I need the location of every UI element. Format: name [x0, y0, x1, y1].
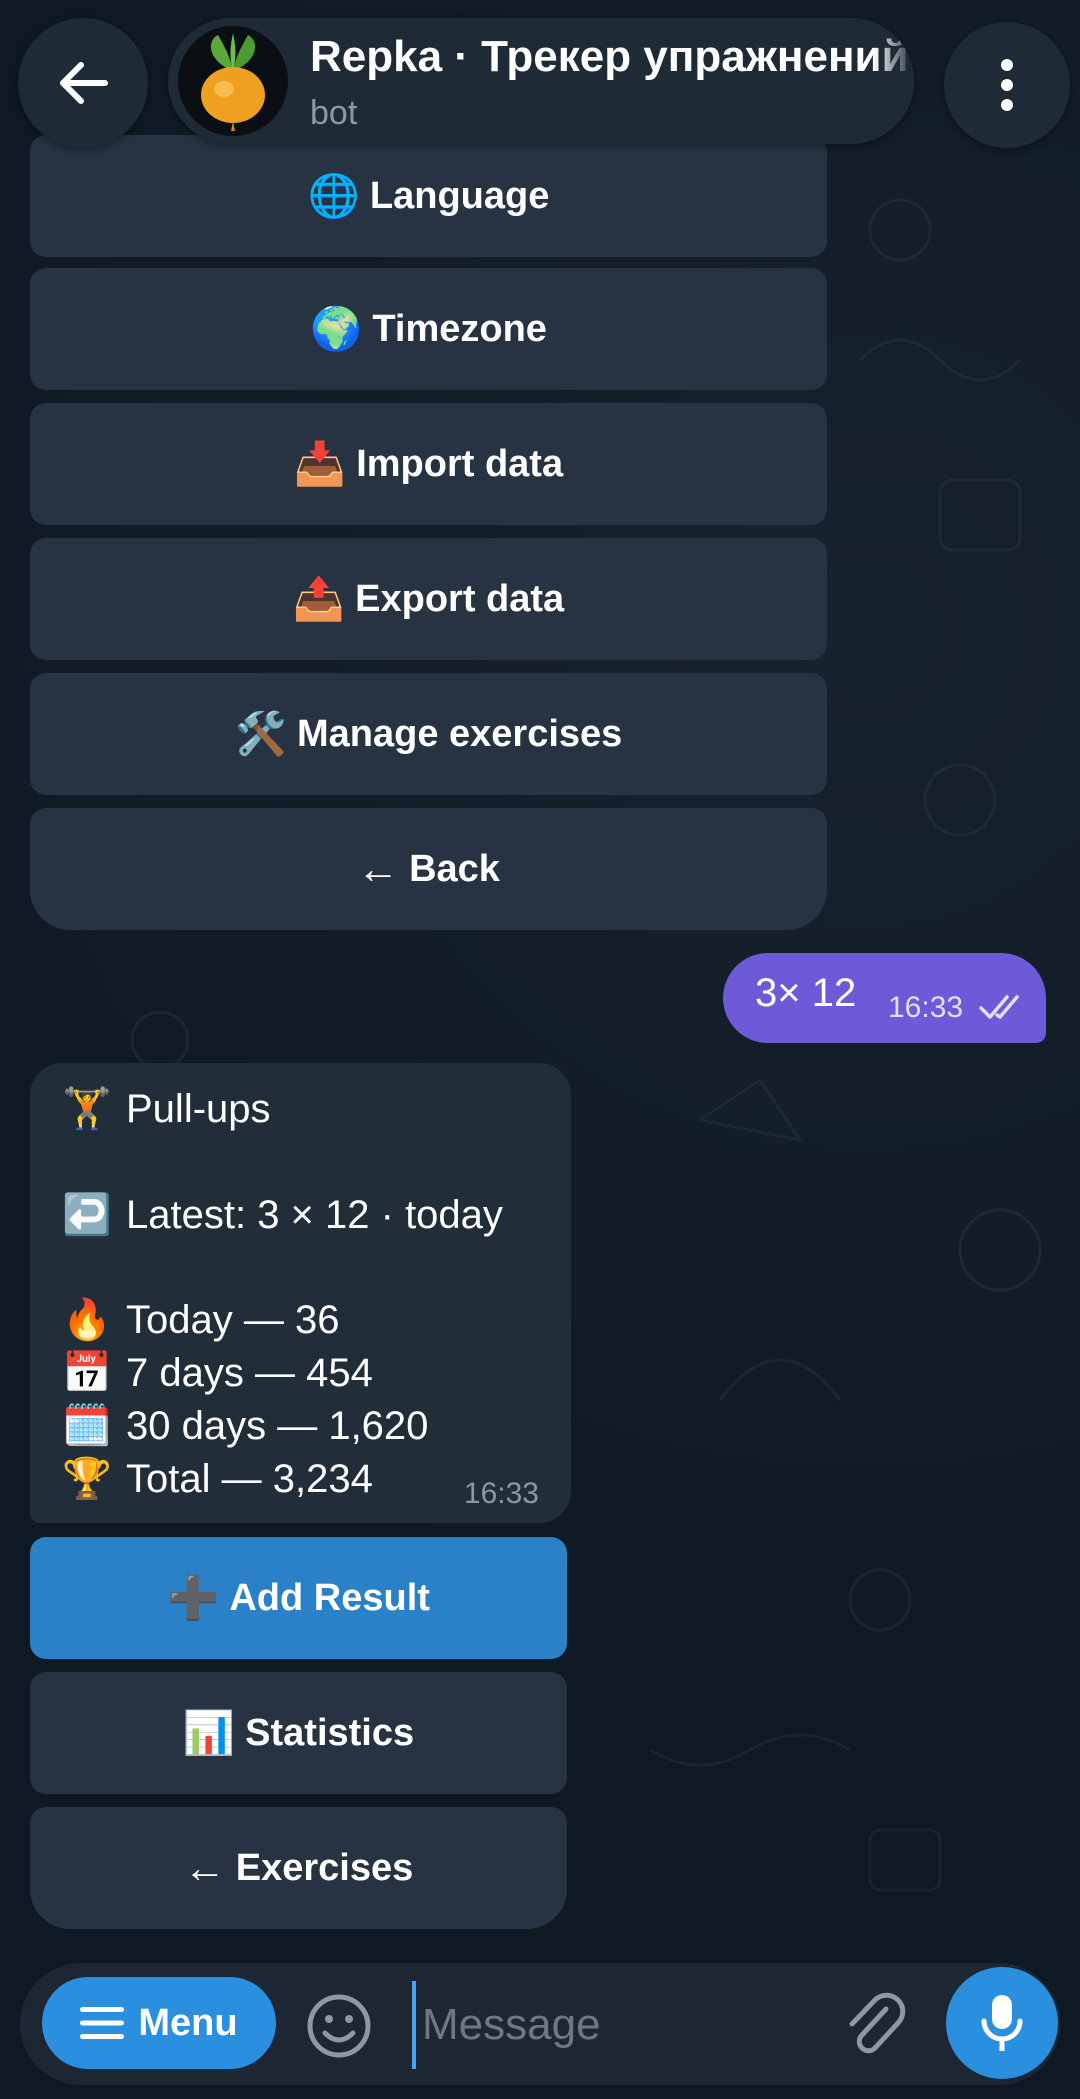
- latest-text: Latest: 3 × 12 · today: [126, 1193, 503, 1237]
- message-text: 3× 12: [755, 971, 857, 1015]
- exercise-title: 🏋️ Pull-ups: [62, 1085, 271, 1132]
- button-label: Add Result: [229, 1576, 430, 1619]
- spiral-calendar-icon: 🗓️: [62, 1404, 112, 1448]
- title-fade: [874, 18, 914, 144]
- microphone-button[interactable]: [946, 1967, 1058, 2079]
- message-time: 16:33: [888, 991, 964, 1024]
- three-dots-vertical-icon: [1001, 59, 1013, 111]
- export-data-button[interactable]: 📤 Export data: [30, 538, 827, 660]
- inbox-tray-icon: 📥: [293, 439, 347, 487]
- hamburger-icon: [80, 2007, 125, 2039]
- stat-text: 7 days — 454: [126, 1351, 373, 1395]
- tools-icon: 🛠️: [234, 709, 287, 757]
- weightlifter-icon: 🏋️: [62, 1087, 112, 1131]
- left-arrow-icon: ←: [183, 1844, 226, 1891]
- chat-header[interactable]: Repka · Трекер упражнений bot: [168, 18, 914, 144]
- stat-today: 🔥 Today — 36: [62, 1296, 339, 1343]
- microphone-icon: [981, 1995, 1023, 2051]
- button-label: Export data: [355, 577, 565, 620]
- stat-text: 30 days — 1,620: [126, 1404, 429, 1448]
- fire-icon: 🔥: [62, 1298, 112, 1342]
- back-nav-button[interactable]: [18, 18, 148, 148]
- button-label: Manage exercises: [296, 712, 623, 755]
- read-checkmarks-icon: [979, 995, 1019, 1019]
- stat-30-days: 🗓️ 30 days — 1,620: [62, 1402, 428, 1449]
- earth-icon: 🌍: [310, 304, 363, 352]
- back-button[interactable]: ← Back: [30, 808, 827, 930]
- return-arrow-icon: ↩️: [62, 1193, 112, 1237]
- stat-text: Today — 36: [126, 1298, 340, 1342]
- bar-chart-icon: 📊: [182, 1708, 236, 1756]
- button-label: Statistics: [245, 1711, 415, 1754]
- more-options-button[interactable]: [944, 22, 1070, 148]
- latest-line: ↩️ Latest: 3 × 12 · today: [62, 1191, 503, 1238]
- outbox-tray-icon: 📤: [292, 574, 346, 622]
- exercise-name: Pull-ups: [126, 1087, 271, 1131]
- button-label: Import data: [356, 442, 564, 485]
- exercises-button[interactable]: ← Exercises: [30, 1807, 567, 1929]
- language-button[interactable]: 🌐 Language: [30, 135, 827, 257]
- stat-7-days: 📅 7 days — 454: [62, 1349, 373, 1396]
- menu-button[interactable]: Menu: [42, 1977, 276, 2069]
- paperclip-icon[interactable]: [840, 1989, 910, 2059]
- trophy-icon: 🏆: [62, 1457, 112, 1501]
- button-label: Back: [409, 847, 500, 890]
- plus-icon: ➕: [167, 1573, 220, 1621]
- arrow-left-icon: [60, 62, 108, 104]
- manage-exercises-button[interactable]: 🛠️ Manage exercises: [30, 673, 827, 795]
- bot-avatar[interactable]: [178, 26, 288, 136]
- menu-label: Menu: [138, 2001, 238, 2044]
- button-label: Exercises: [235, 1846, 414, 1889]
- timezone-button[interactable]: 🌍 Timezone: [30, 268, 827, 390]
- button-label: Language: [369, 174, 550, 217]
- chat-subtitle: bot: [310, 94, 358, 132]
- chat-title: Repka · Трекер упражнений: [310, 32, 909, 81]
- add-result-button[interactable]: ➕ Add Result: [30, 1537, 567, 1659]
- globe-icon: 🌐: [307, 171, 360, 219]
- message-input-bar: Menu: [20, 1963, 1060, 2085]
- turnip-icon: [201, 33, 265, 131]
- emoji-icon[interactable]: [306, 1993, 372, 2059]
- stat-total: 🏆 Total — 3,234: [62, 1455, 373, 1502]
- message-time: 16:33: [463, 1477, 539, 1510]
- statistics-button[interactable]: 📊 Statistics: [30, 1672, 567, 1794]
- calendar-icon: 📅: [62, 1351, 112, 1395]
- incoming-message[interactable]: 🏋️ Pull-ups ↩️ Latest: 3 × 12 · today 🔥 Tod…: [30, 1063, 571, 1523]
- outgoing-message[interactable]: 3× 12 16:33: [723, 953, 1046, 1043]
- stat-text: Total — 3,234: [126, 1457, 373, 1501]
- import-data-button[interactable]: 📥 Import data: [30, 403, 827, 525]
- left-arrow-icon: ←: [357, 845, 400, 892]
- message-input[interactable]: [412, 1981, 844, 2069]
- button-label: Timezone: [372, 307, 547, 350]
